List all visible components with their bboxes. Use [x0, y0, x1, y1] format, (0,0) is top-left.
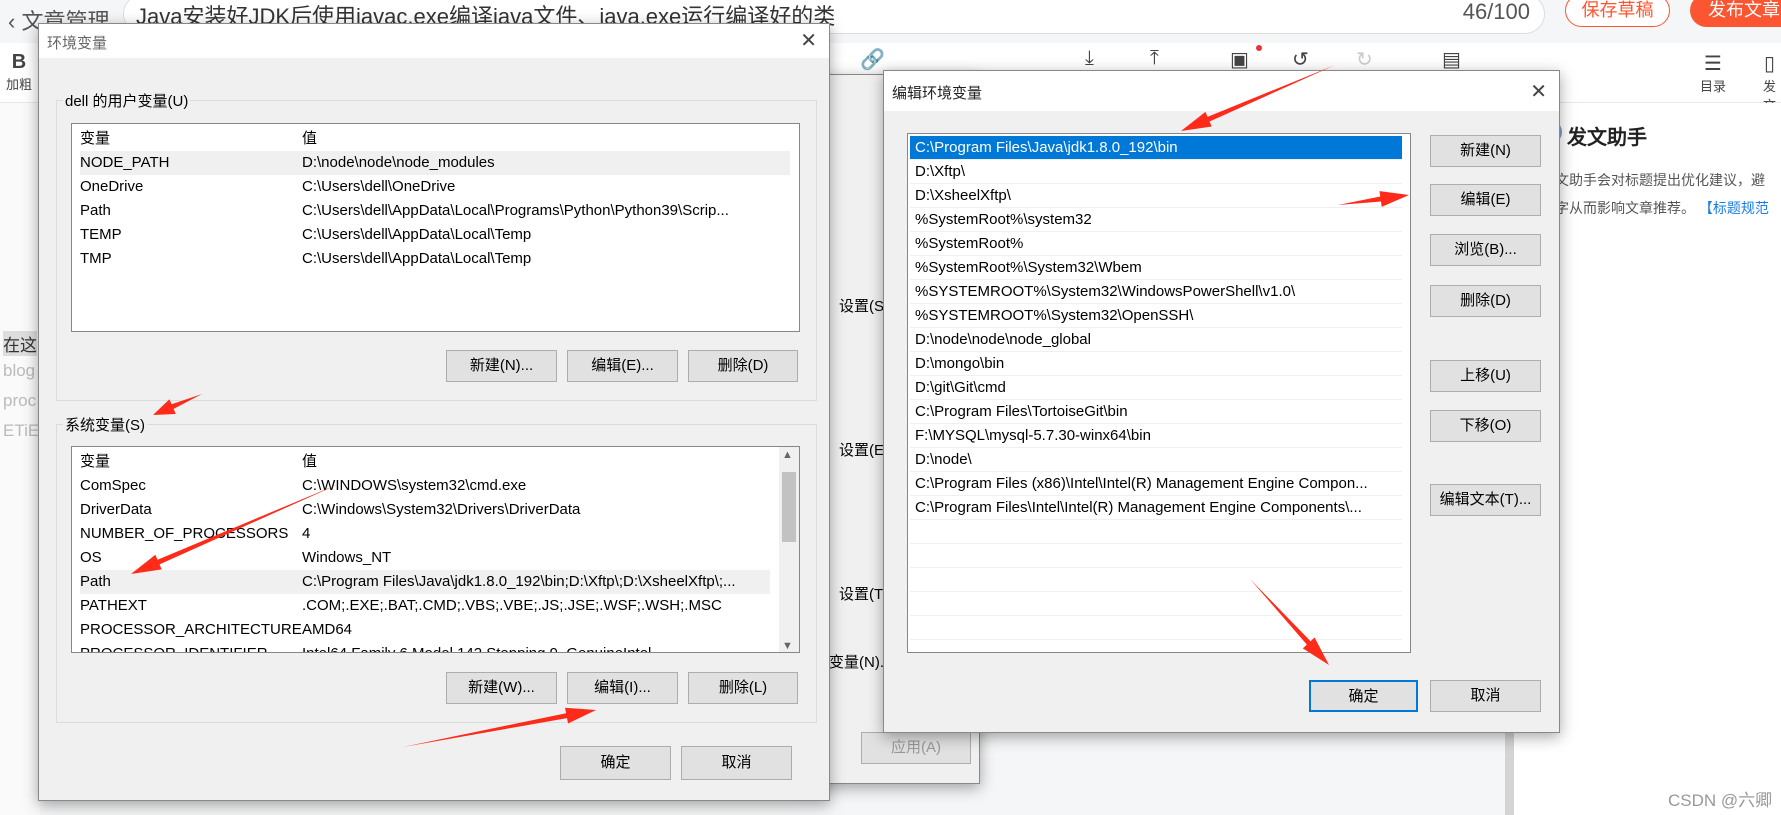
- annotation-arrows: [131, 65, 1409, 747]
- red-arrow: [1181, 65, 1335, 131]
- watermark: CSDN @六卿: [1668, 791, 1773, 810]
- red-arrow: [1250, 579, 1329, 665]
- red-arrow: [153, 394, 202, 415]
- red-arrow: [1338, 191, 1409, 207]
- red-arrow: [131, 483, 341, 574]
- red-arrow: [403, 707, 596, 747]
